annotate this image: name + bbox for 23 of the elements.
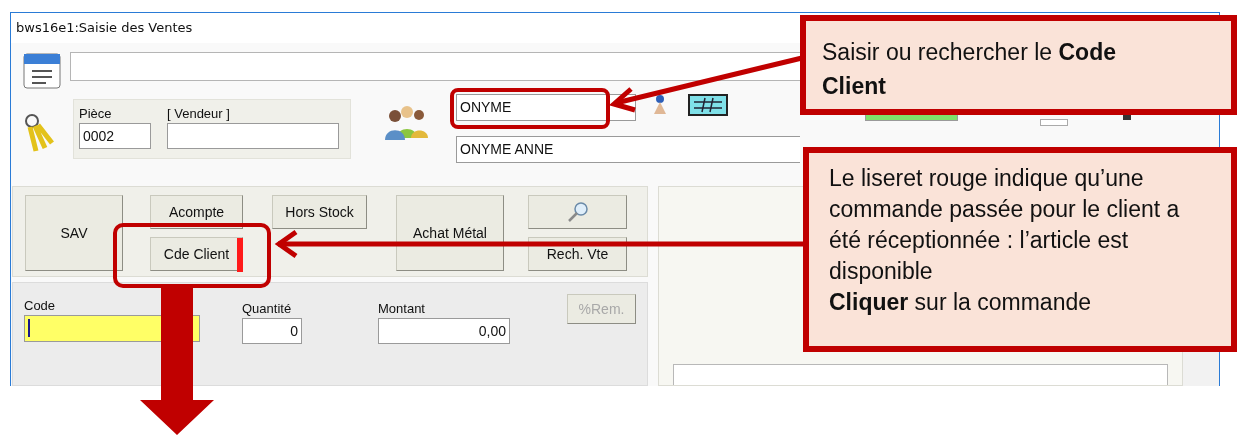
action-button[interactable]: Cde Client bbox=[150, 237, 243, 271]
vendeur-field[interactable] bbox=[167, 123, 339, 149]
field-label: [ Vendeur ] bbox=[167, 106, 231, 123]
client-name-field[interactable]: ONYME ANNE bbox=[456, 136, 800, 163]
calendar-icon bbox=[20, 51, 64, 91]
field-label: Code bbox=[24, 298, 57, 315]
search-button[interactable] bbox=[528, 195, 627, 229]
grid-icon[interactable] bbox=[688, 94, 728, 116]
people-icon bbox=[385, 104, 429, 140]
callout-note: Le liseret rouge indique qu’une commande passée pour le client a été réceptionnée : l’article est disponible Cliquer sur la commande bbox=[803, 147, 1237, 352]
amount-field[interactable]: 0,00 bbox=[378, 318, 510, 344]
action-button[interactable]: Hors Stock bbox=[272, 195, 367, 229]
piece-field[interactable]: 0002 bbox=[79, 123, 151, 149]
action-button[interactable]: SAV bbox=[25, 195, 123, 271]
field-label: Montant bbox=[378, 301, 426, 318]
quantity-field[interactable]: 0 bbox=[242, 318, 302, 344]
text-field[interactable] bbox=[70, 52, 800, 81]
action-button[interactable]: Achat Métal bbox=[396, 195, 504, 271]
small-frame bbox=[1040, 119, 1068, 126]
field-label: Pièce bbox=[79, 106, 113, 123]
field-label: Quantité bbox=[242, 301, 293, 318]
client-code-field[interactable]: ONYME bbox=[456, 94, 636, 121]
callout-note: Saisir ou rechercher le Code Client bbox=[800, 15, 1237, 115]
